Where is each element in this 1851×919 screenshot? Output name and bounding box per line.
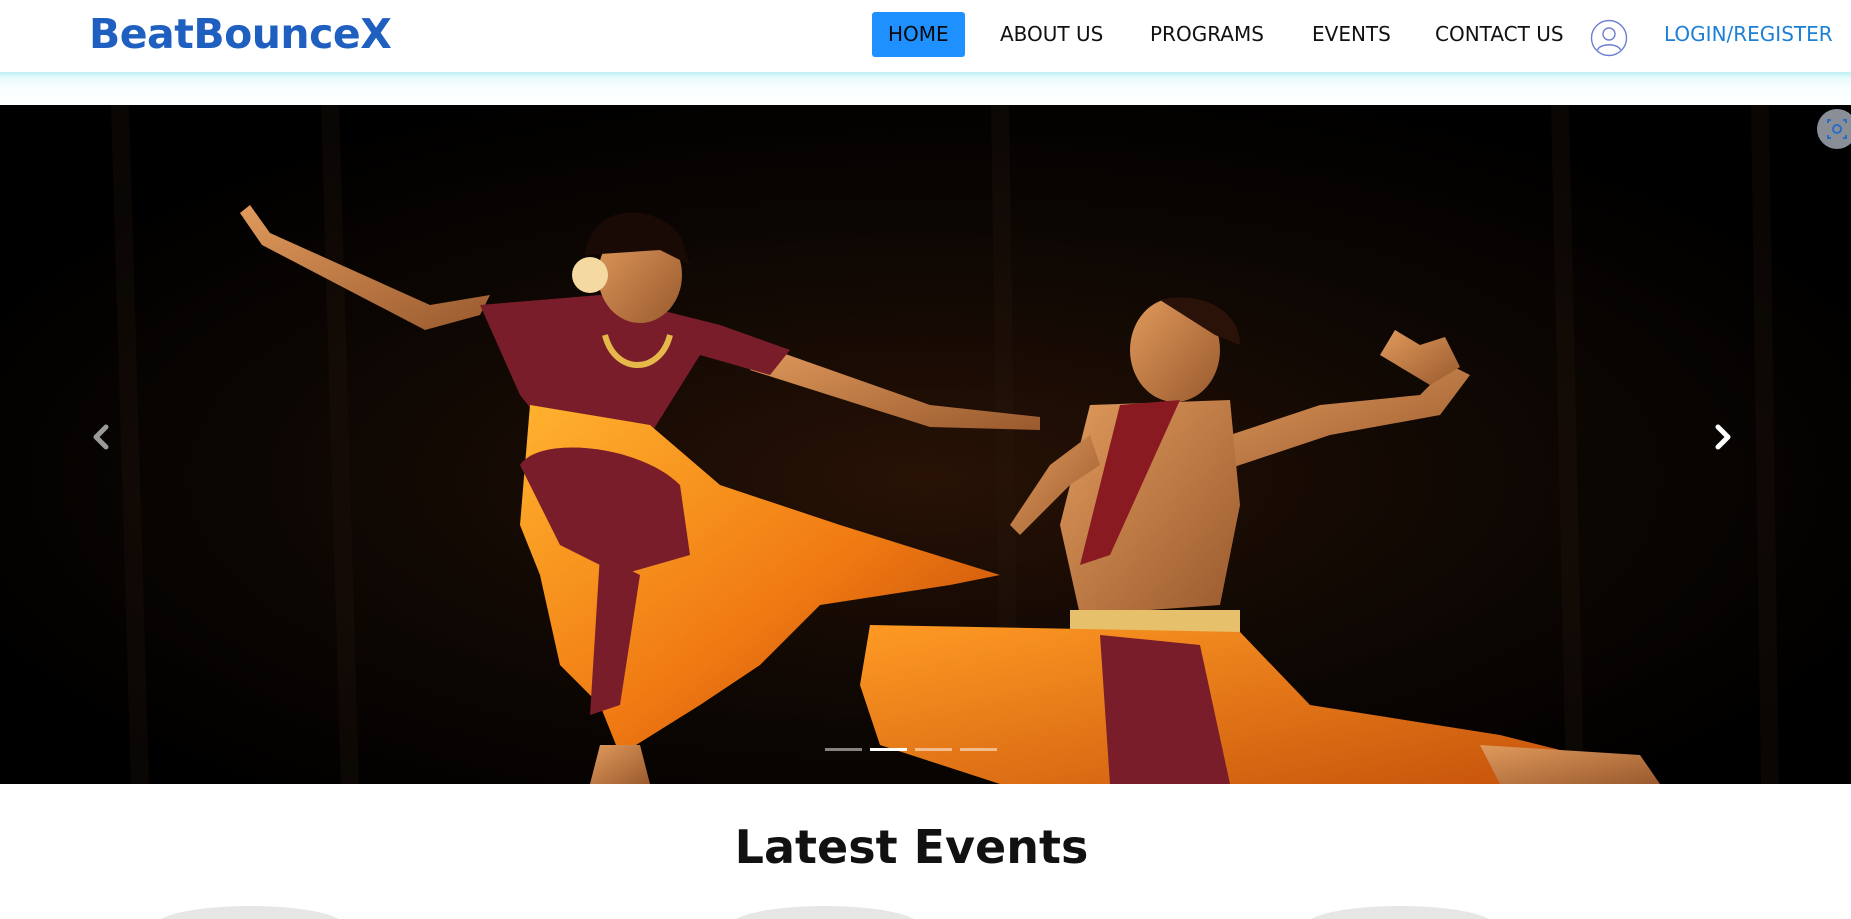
hero-carousel[interactable] [0, 105, 1851, 784]
event-card[interactable] [155, 906, 345, 919]
user-circle-icon[interactable] [1590, 19, 1628, 57]
hero-slide-image [0, 105, 1851, 784]
nav-events[interactable]: EVENTS [1312, 12, 1391, 57]
latest-events-heading: Latest Events [734, 820, 1089, 874]
carousel-indicator[interactable] [870, 748, 907, 751]
carousel-next-button[interactable] [1700, 413, 1744, 461]
chevron-left-icon [93, 424, 109, 450]
carousel-indicators [825, 748, 1005, 754]
site-header: BeatBounceX HOME ABOUT US PROGRAMS EVENT… [0, 0, 1851, 72]
login-register-link[interactable]: LOGIN/REGISTER [1664, 12, 1833, 57]
scan-badge[interactable] [1817, 109, 1851, 149]
event-card[interactable] [1305, 906, 1495, 919]
carousel-indicator[interactable] [915, 748, 952, 751]
main-nav: HOME ABOUT US PROGRAMS EVENTS CONTACT US [0, 0, 1851, 72]
carousel-indicator[interactable] [825, 748, 862, 751]
chevron-right-icon [1715, 424, 1731, 450]
event-card[interactable] [730, 906, 920, 919]
nav-about-us[interactable]: ABOUT US [1000, 12, 1103, 57]
carousel-prev-button[interactable] [80, 413, 124, 461]
header-shadow [0, 72, 1851, 105]
nav-programs[interactable]: PROGRAMS [1150, 12, 1264, 57]
nav-contact-us[interactable]: CONTACT US [1435, 12, 1564, 57]
carousel-indicator[interactable] [960, 748, 997, 751]
nav-home[interactable]: HOME [872, 12, 965, 57]
scan-icon [1827, 119, 1847, 139]
